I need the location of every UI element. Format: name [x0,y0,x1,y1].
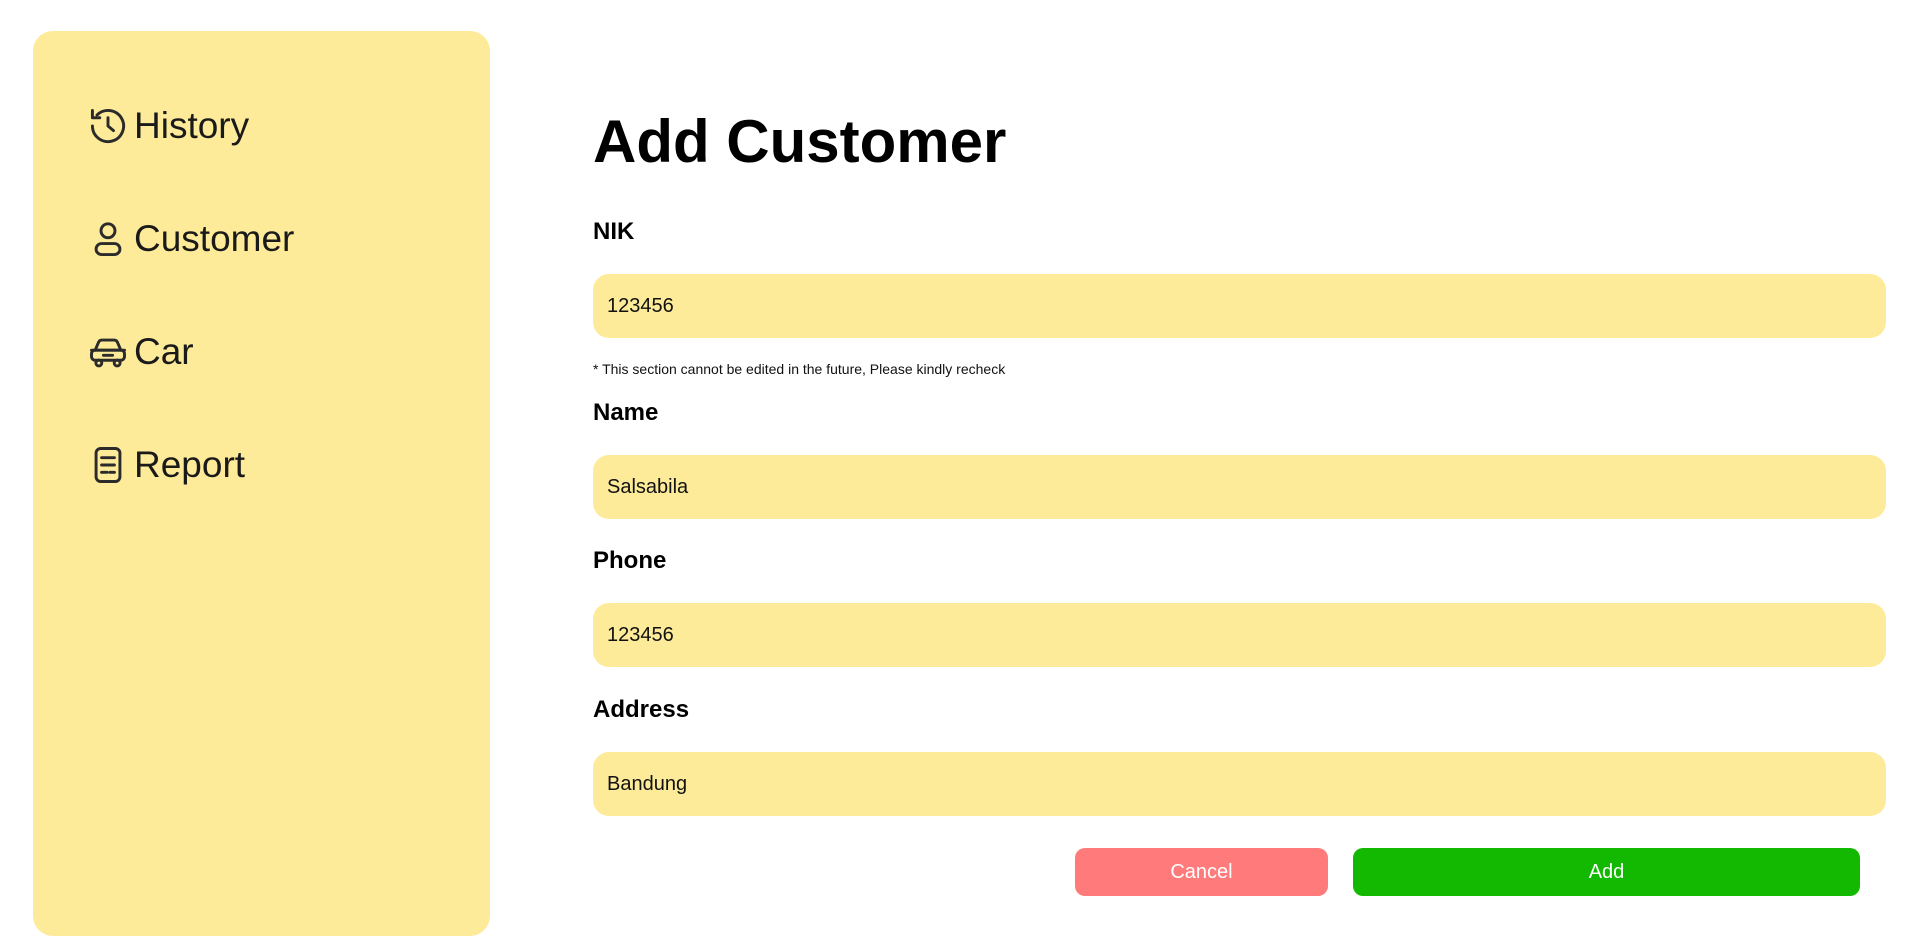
cancel-button[interactable]: Cancel [1075,848,1328,896]
sidebar-item-customer[interactable]: Customer [85,216,490,262]
sidebar-item-history[interactable]: History [85,103,490,149]
history-icon [85,103,131,149]
page-title: Add Customer [593,108,1007,175]
sidebar: History Customer Car Report [33,31,490,936]
sidebar-item-label: Report [134,444,246,485]
phone-label: Phone [593,547,667,574]
name-input[interactable] [593,455,1886,519]
sidebar-item-label: History [134,105,250,146]
address-input[interactable] [593,752,1886,816]
sidebar-item-label: Car [134,331,194,372]
phone-input[interactable] [593,603,1886,667]
nik-helper-note: * This section cannot be edited in the f… [593,361,1006,377]
sidebar-item-report[interactable]: Report [85,442,490,488]
report-icon [85,442,131,488]
sidebar-item-label: Customer [134,218,295,259]
nik-label: NIK [593,218,635,245]
car-icon [85,329,131,375]
name-label: Name [593,399,659,426]
add-button[interactable]: Add [1353,848,1860,896]
address-label: Address [593,696,690,723]
nik-input[interactable] [593,274,1886,338]
sidebar-item-car[interactable]: Car [85,329,490,375]
user-icon [85,216,131,262]
